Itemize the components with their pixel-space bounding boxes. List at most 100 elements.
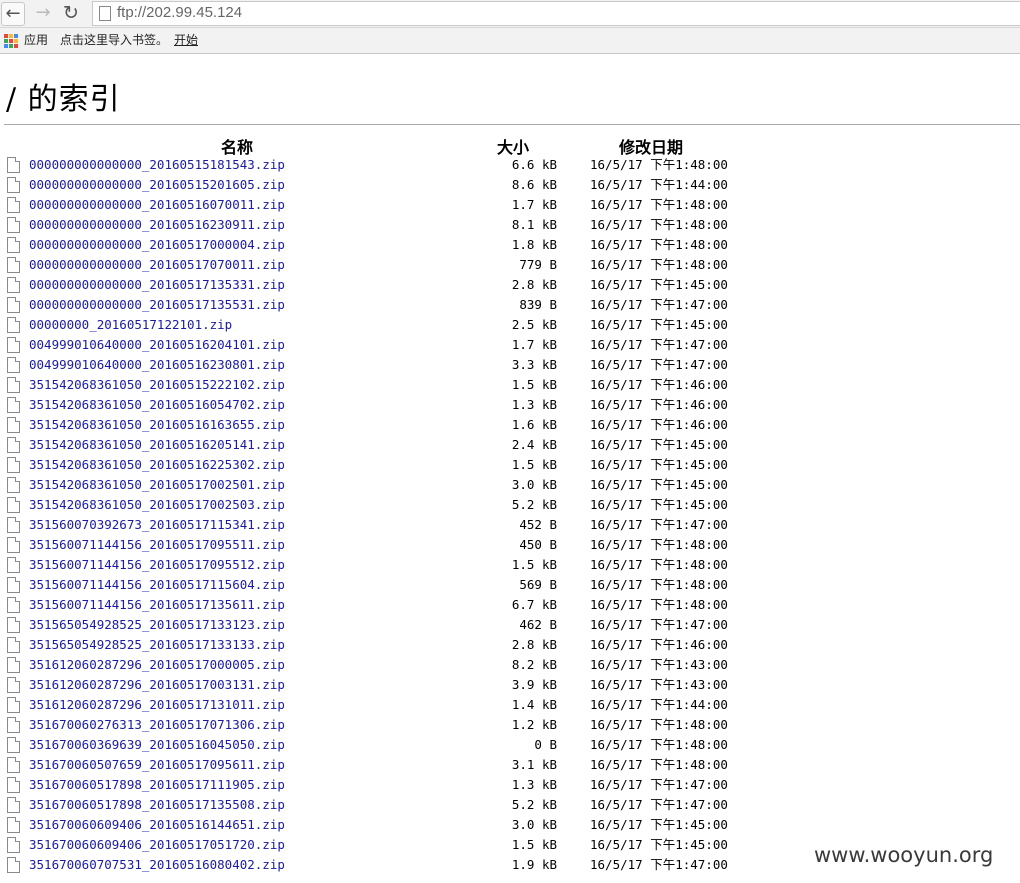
file-name-link[interactable]: 000000000000000_20160516230911.zip	[29, 215, 285, 235]
address-url[interactable]: ftp://202.99.45.124	[117, 4, 242, 21]
file-icon	[7, 557, 20, 573]
file-name-link[interactable]: 351542068361050_20160516205141.zip	[29, 435, 285, 455]
file-size: 1.2 kB	[511, 717, 557, 732]
bookmarks-bar: 应用 点击这里导入书签。 开始	[0, 28, 1020, 54]
file-date: 16/5/17 下午1:47:00	[590, 777, 728, 792]
file-row: 000000000000000_20160515181543.zip 6.6 kB…	[0, 155, 1020, 175]
file-name-link[interactable]: 351560071144156_20160517095512.zip	[29, 555, 285, 575]
back-arrow-icon[interactable]: ←	[1, 2, 25, 26]
file-date: 16/5/17 下午1:47:00	[590, 357, 728, 372]
file-size: 0 B	[534, 737, 557, 752]
file-row: 000000000000000_20160517135331.zip 2.8 kB…	[0, 275, 1020, 295]
file-name-link[interactable]: 000000000000000_20160517135531.zip	[29, 295, 285, 315]
file-row: 000000000000000_20160517070011.zip 779 B 1…	[0, 255, 1020, 275]
file-name-link[interactable]: 351612060287296_20160517003131.zip	[29, 675, 285, 695]
file-size: 6.6 kB	[511, 157, 557, 172]
file-size: 1.7 kB	[511, 337, 557, 352]
file-name-link[interactable]: 000000000000000_20160515181543.zip	[29, 155, 285, 175]
file-size: 2.4 kB	[511, 437, 557, 452]
file-row: 351565054928525_20160517133133.zip 2.8 kB…	[0, 635, 1020, 655]
file-row: 351560071144156_20160517095511.zip 450 B 1…	[0, 535, 1020, 555]
file-name-link[interactable]: 004999010640000_20160516204101.zip	[29, 335, 285, 355]
file-date: 16/5/17 下午1:48:00	[590, 537, 728, 552]
file-date: 16/5/17 下午1:47:00	[590, 617, 728, 632]
file-size: 1.5 kB	[511, 837, 557, 852]
file-name-link[interactable]: 351670060609406_20160517051720.zip	[29, 835, 285, 855]
file-row: 351670060517898_20160517111905.zip 1.3 kB…	[0, 775, 1020, 795]
address-bar[interactable]: ftp://202.99.45.124	[92, 1, 1020, 26]
file-icon	[7, 237, 20, 253]
file-name-link[interactable]: 351670060517898_20160517135508.zip	[29, 795, 285, 815]
file-date: 16/5/17 下午1:48:00	[590, 717, 728, 732]
file-icon	[7, 297, 20, 313]
file-name-link[interactable]: 351670060276313_20160517071306.zip	[29, 715, 285, 735]
file-date: 16/5/17 下午1:48:00	[590, 197, 728, 212]
file-icon	[7, 317, 20, 333]
file-name-link[interactable]: 000000000000000_20160516070011.zip	[29, 195, 285, 215]
forward-arrow-icon[interactable]: →	[32, 2, 54, 24]
file-size: 1.3 kB	[511, 397, 557, 412]
file-name-link[interactable]: 000000000000000_20160515201605.zip	[29, 175, 285, 195]
file-date: 16/5/17 下午1:43:00	[590, 657, 728, 672]
file-row: 351542068361050_20160517002501.zip 3.0 kB…	[0, 475, 1020, 495]
bookmark-start-link[interactable]: 开始	[174, 28, 198, 53]
bookmark-apps[interactable]: 应用	[24, 28, 48, 53]
file-name-link[interactable]: 351542068361050_20160516163655.zip	[29, 415, 285, 435]
file-date: 16/5/17 下午1:45:00	[590, 837, 728, 852]
file-date: 16/5/17 下午1:48:00	[590, 757, 728, 772]
file-name-link[interactable]: 351670060707531_20160516080402.zip	[29, 855, 285, 875]
file-date: 16/5/17 下午1:47:00	[590, 797, 728, 812]
file-date: 16/5/17 下午1:48:00	[590, 157, 728, 172]
file-row: 351670060369639_20160516045050.zip 0 B 16/…	[0, 735, 1020, 755]
file-name-link[interactable]: 351542068361050_20160517002501.zip	[29, 475, 285, 495]
file-name-link[interactable]: 351542068361050_20160516054702.zip	[29, 395, 285, 415]
file-size: 1.5 kB	[511, 557, 557, 572]
apps-grid-icon[interactable]	[4, 34, 18, 48]
file-row: 351670060517898_20160517135508.zip 5.2 kB…	[0, 795, 1020, 815]
file-icon	[7, 777, 20, 793]
file-name-link[interactable]: 351542068361050_20160515222102.zip	[29, 375, 285, 395]
file-icon	[7, 437, 20, 453]
file-size: 1.5 kB	[511, 377, 557, 392]
file-icon	[7, 577, 20, 593]
file-row: 351612060287296_20160517131011.zip 1.4 kB…	[0, 695, 1020, 715]
file-size: 779 B	[519, 257, 557, 272]
file-row: 351560071144156_20160517095512.zip 1.5 kB…	[0, 555, 1020, 575]
file-date: 16/5/17 下午1:46:00	[590, 397, 728, 412]
file-icon	[7, 697, 20, 713]
file-date: 16/5/17 下午1:44:00	[590, 177, 728, 192]
file-name-link[interactable]: 351670060369639_20160516045050.zip	[29, 735, 285, 755]
file-icon	[7, 177, 20, 193]
file-date: 16/5/17 下午1:45:00	[590, 477, 728, 492]
file-icon	[7, 677, 20, 693]
file-size: 3.0 kB	[511, 817, 557, 832]
apps-grid-dot	[9, 34, 13, 38]
file-name-link[interactable]: 351670060609406_20160516144651.zip	[29, 815, 285, 835]
file-name-link[interactable]: 351542068361050_20160517002503.zip	[29, 495, 285, 515]
reload-icon[interactable]: ↻	[60, 2, 82, 24]
file-row: 351542068361050_20160516163655.zip 1.6 kB…	[0, 415, 1020, 435]
file-name-link[interactable]: 351560071144156_20160517095511.zip	[29, 535, 285, 555]
file-name-link[interactable]: 351670060517898_20160517111905.zip	[29, 775, 285, 795]
file-date: 16/5/17 下午1:44:00	[590, 697, 728, 712]
file-name-link[interactable]: 000000000000000_20160517070011.zip	[29, 255, 285, 275]
file-name-link[interactable]: 351565054928525_20160517133133.zip	[29, 635, 285, 655]
file-date: 16/5/17 下午1:48:00	[590, 737, 728, 752]
watermark: www.wooyun.org	[814, 843, 994, 867]
file-name-link[interactable]: 351542068361050_20160516225302.zip	[29, 455, 285, 475]
file-name-link[interactable]: 351612060287296_20160517000005.zip	[29, 655, 285, 675]
apps-grid-dot	[9, 39, 13, 43]
file-name-link[interactable]: 000000000000000_20160517000004.zip	[29, 235, 285, 255]
file-date: 16/5/17 下午1:48:00	[590, 557, 728, 572]
file-size: 1.3 kB	[511, 777, 557, 792]
file-name-link[interactable]: 00000000_20160517122101.zip	[29, 315, 232, 335]
file-name-link[interactable]: 351670060507659_20160517095611.zip	[29, 755, 285, 775]
file-name-link[interactable]: 351612060287296_20160517131011.zip	[29, 695, 285, 715]
file-icon	[7, 217, 20, 233]
file-name-link[interactable]: 351560071144156_20160517135611.zip	[29, 595, 285, 615]
file-name-link[interactable]: 351560070392673_20160517115341.zip	[29, 515, 285, 535]
file-name-link[interactable]: 351565054928525_20160517133123.zip	[29, 615, 285, 635]
file-name-link[interactable]: 004999010640000_20160516230801.zip	[29, 355, 285, 375]
file-name-link[interactable]: 000000000000000_20160517135331.zip	[29, 275, 285, 295]
file-name-link[interactable]: 351560071144156_20160517115604.zip	[29, 575, 285, 595]
